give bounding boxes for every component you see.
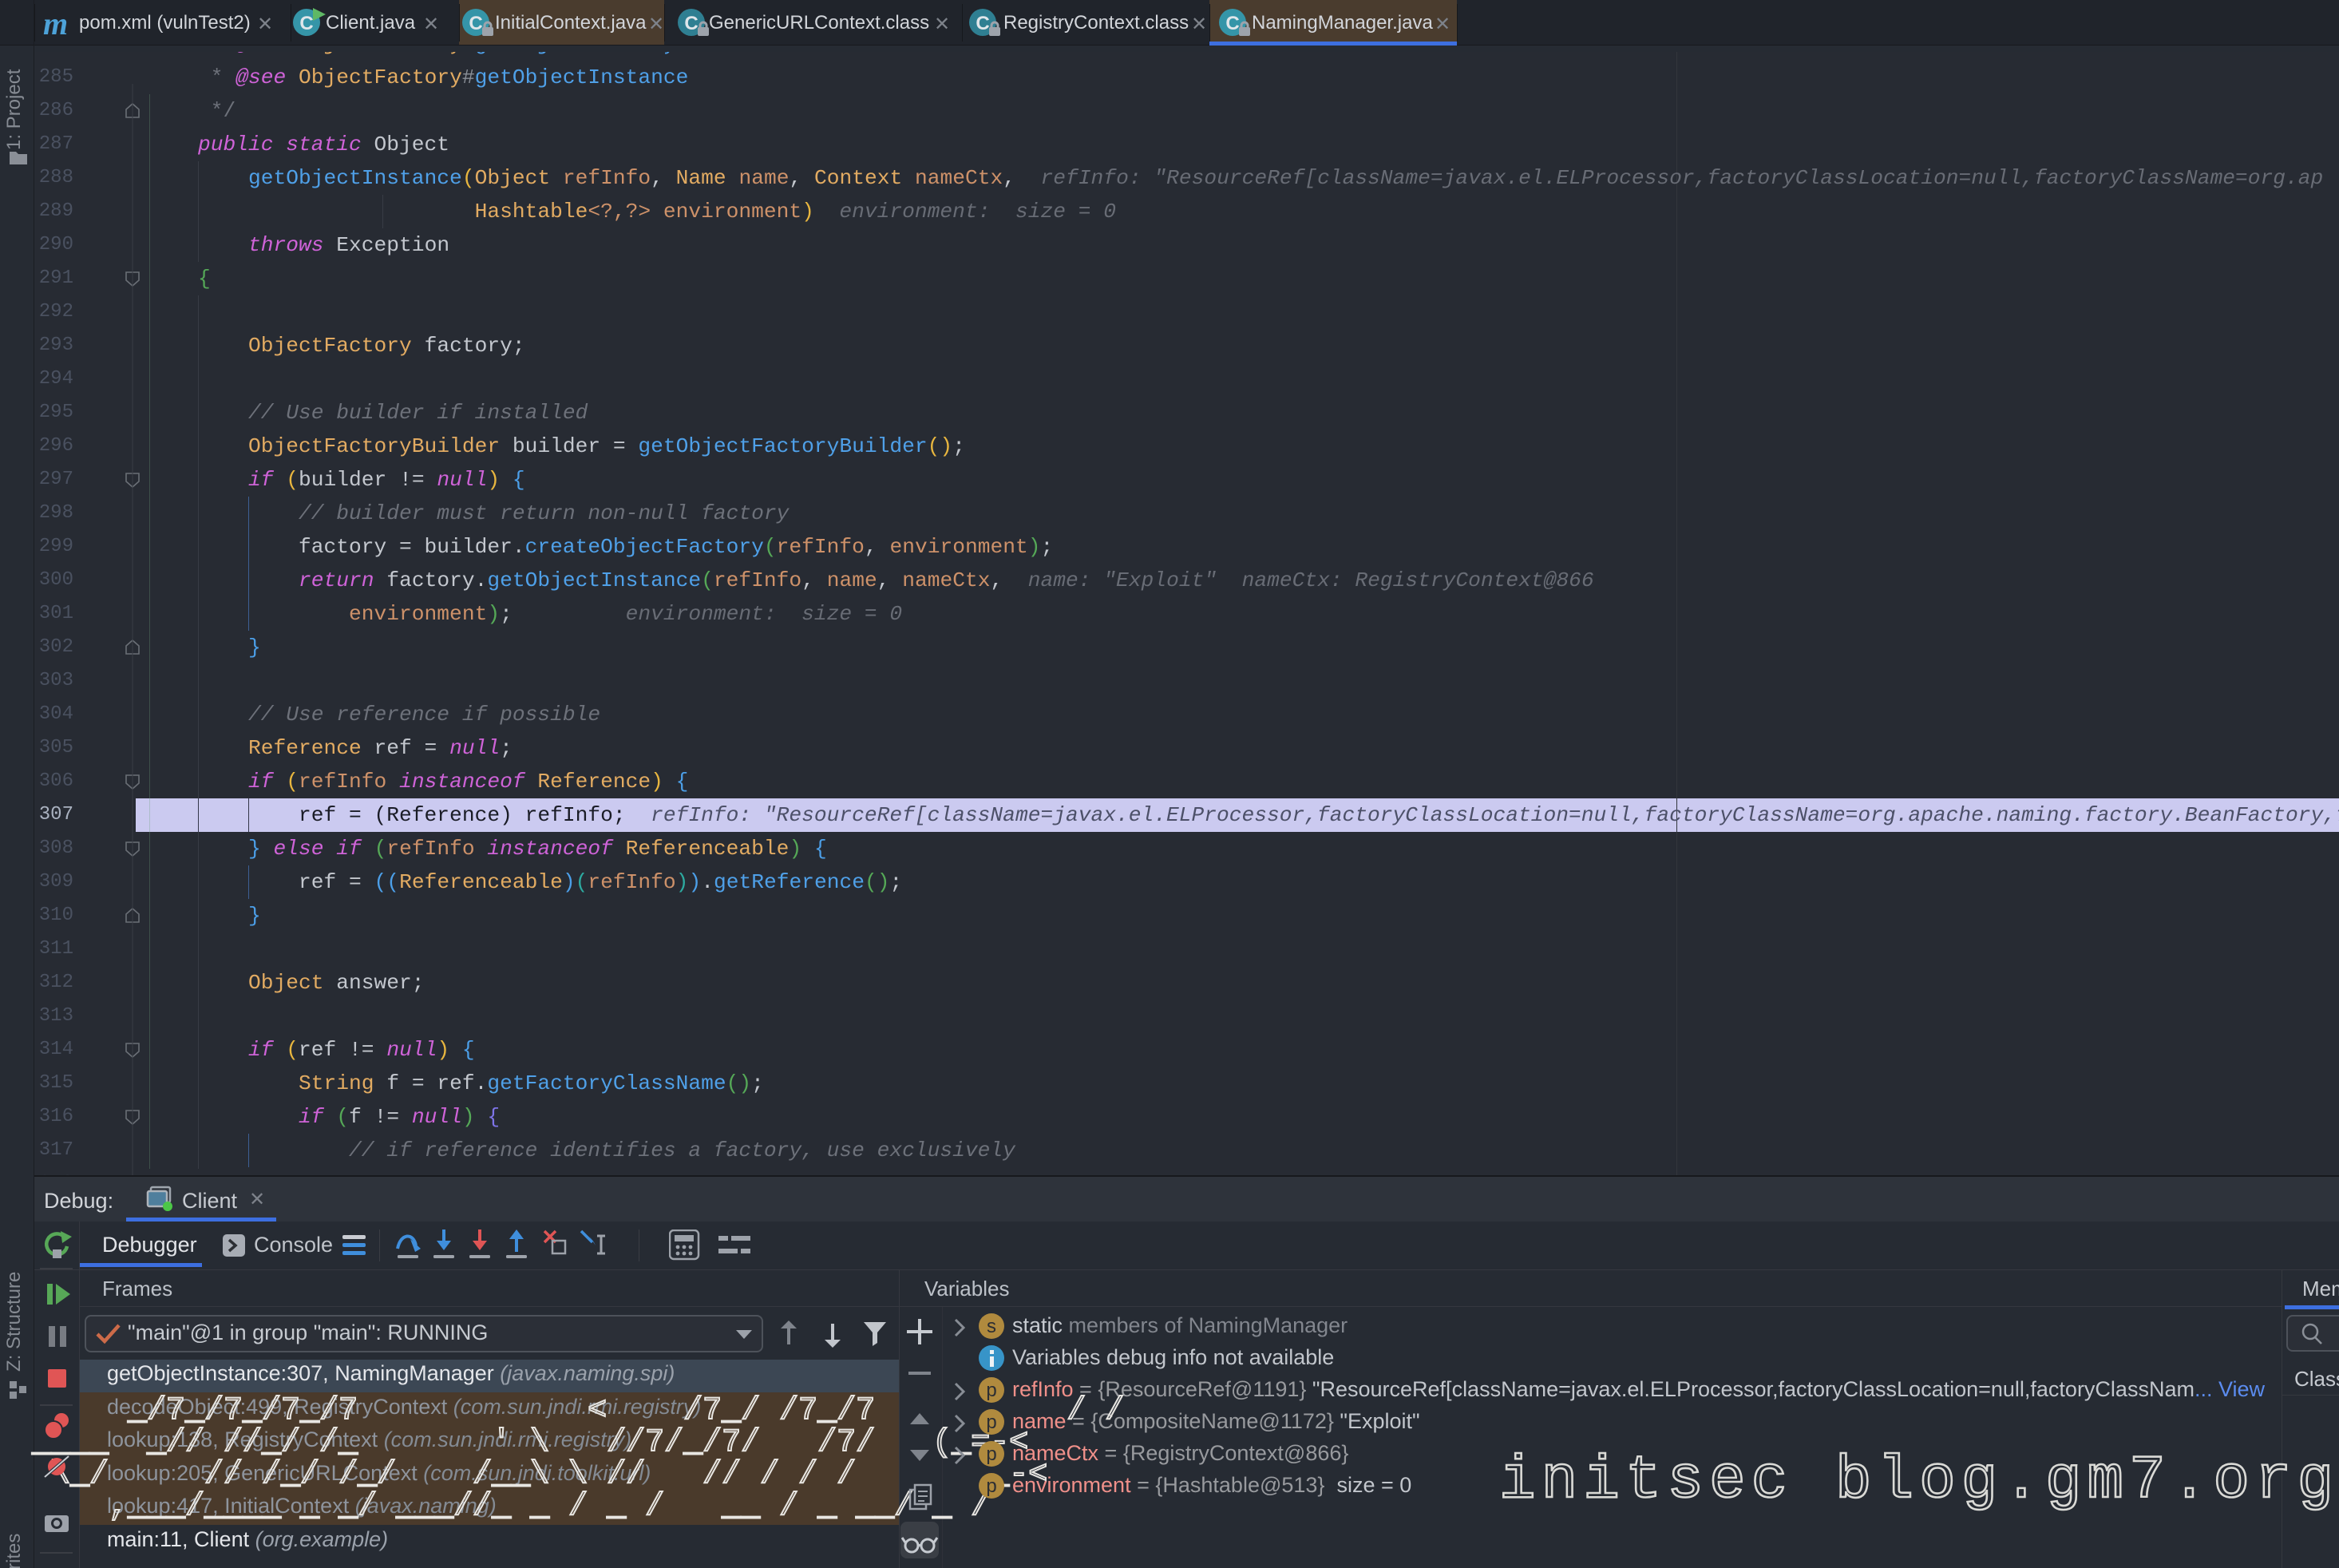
svg-text:C: C	[299, 13, 313, 34]
svg-text:p: p	[986, 1412, 996, 1433]
svg-text:s: s	[987, 1316, 996, 1337]
svg-text:C: C	[469, 13, 482, 34]
svg-text:C: C	[684, 13, 698, 34]
svg-text:p: p	[986, 1475, 996, 1497]
svg-text:p: p	[986, 1380, 996, 1401]
svg-text:C: C	[1225, 13, 1239, 34]
svg-text:C: C	[976, 13, 989, 34]
svg-text:p: p	[986, 1443, 996, 1465]
